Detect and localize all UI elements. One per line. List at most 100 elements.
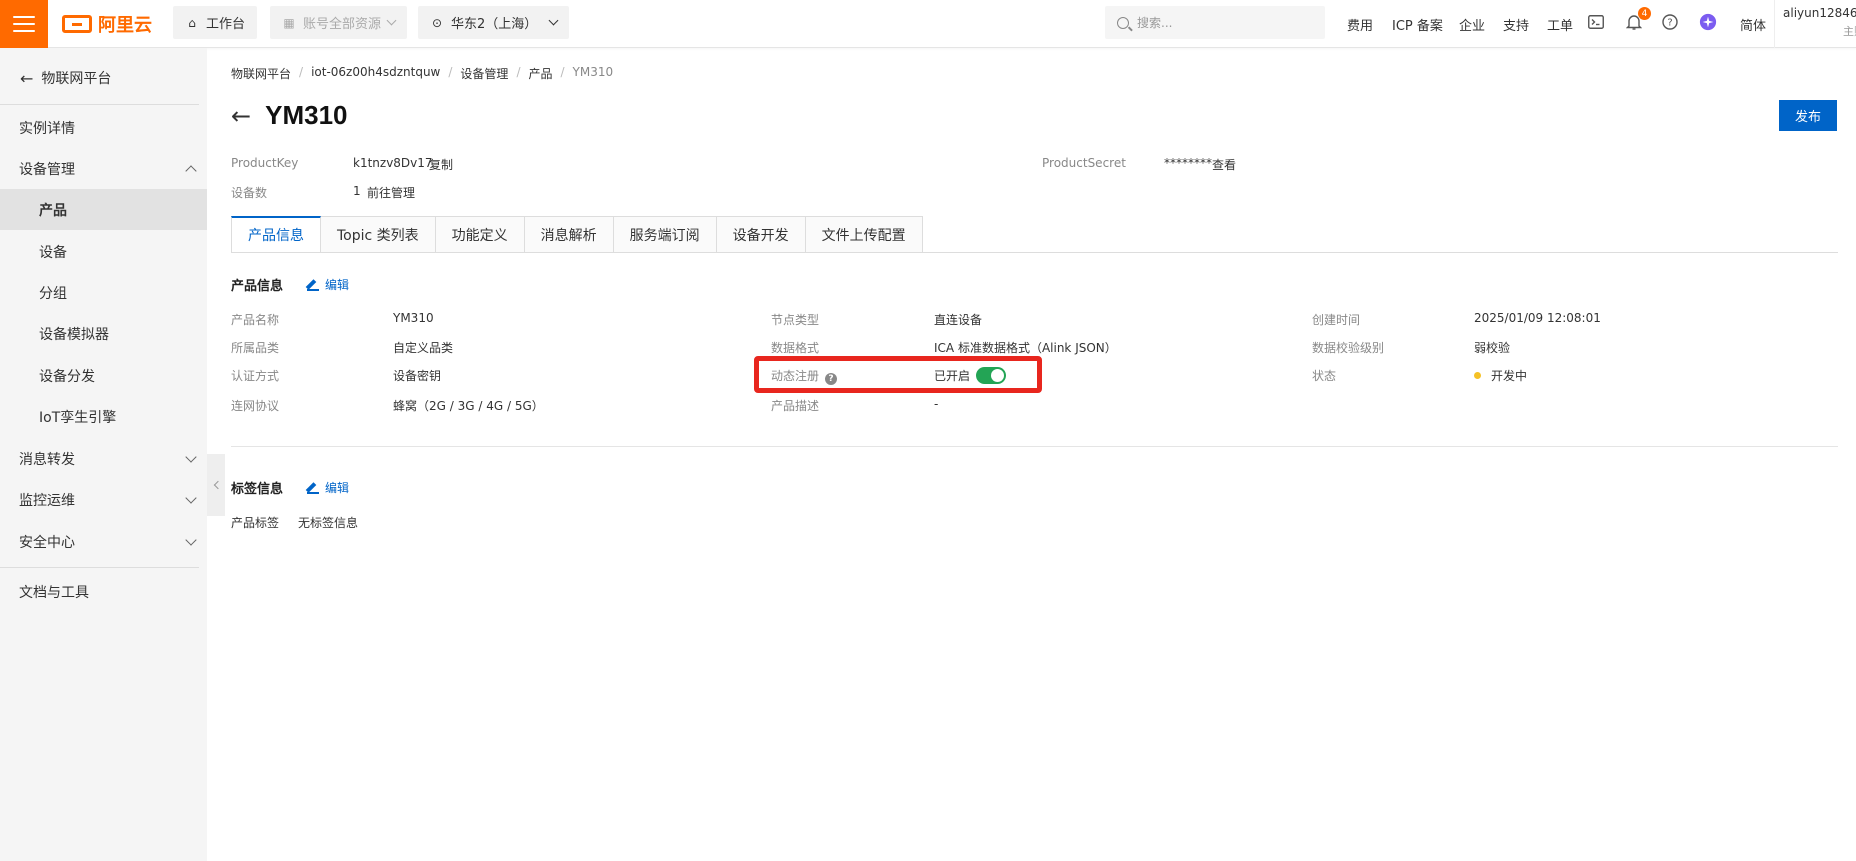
category-label: 所属品类	[231, 341, 280, 355]
enterprise-link[interactable]: 企业	[1459, 15, 1485, 34]
sidebar-item-device-simulator[interactable]: 设备模拟器	[0, 313, 207, 354]
home-icon: ⌂	[188, 15, 196, 30]
section-title: 标签信息	[231, 482, 284, 497]
tab-server-subscription[interactable]: 服务端订阅	[613, 216, 717, 253]
sidebar-item-groups[interactable]: 分组	[0, 272, 207, 313]
notification-badge: 4	[1638, 7, 1651, 20]
language-switch[interactable]: 简体	[1740, 15, 1766, 34]
sidebar-item-device-distribution[interactable]: 设备分发	[0, 355, 207, 396]
status-label: 状态	[1312, 369, 1337, 383]
top-bar: 阿里云 ⌂ 工作台 ▦ 账号全部资源 ⊙ 华东2（上海） 费用 ICP 备案 企…	[0, 0, 1856, 48]
sidebar-item-label: 产品	[39, 202, 67, 219]
validation-level-value: 弱校验	[1474, 341, 1511, 355]
resources-dropdown[interactable]: ▦ 账号全部资源	[270, 6, 408, 39]
sidebar-item-device-management[interactable]: 设备管理	[0, 148, 207, 189]
created-time-value: 2025/01/09 12:08:01	[1474, 311, 1601, 325]
sidebar-item-docs-tools[interactable]: 文档与工具	[0, 571, 207, 612]
sidebar-item-security-center[interactable]: 安全中心	[0, 521, 207, 562]
sidebar-back-button[interactable]: ← 物联网平台	[20, 68, 111, 88]
breadcrumb-separator: /	[560, 65, 565, 79]
tab-device-development[interactable]: 设备开发	[716, 216, 806, 253]
sidebar-item-devices[interactable]: 设备	[0, 231, 207, 272]
sidebar-item-label: 设备管理	[19, 161, 75, 178]
auth-method-label: 认证方式	[231, 369, 280, 383]
help-icon[interactable]: ?	[1661, 13, 1679, 31]
aliyun-logo-icon	[62, 15, 92, 33]
view-secret-link[interactable]: 查看	[1212, 156, 1236, 173]
sidebar-item-products[interactable]: 产品	[0, 189, 207, 230]
sidebar-item-monitoring[interactable]: 监控运维	[0, 479, 207, 520]
node-type-label: 节点类型	[771, 313, 820, 327]
sidebar-back-label: 物联网平台	[41, 71, 112, 87]
breadcrumb-instance[interactable]: iot-06z00h4sdzntquw	[311, 65, 440, 82]
device-count-label: 设备数	[231, 186, 268, 200]
pencil-icon	[307, 279, 320, 291]
search-input[interactable]	[1137, 15, 1307, 30]
sidebar-item-label: 设备模拟器	[39, 326, 109, 343]
network-protocol-value: 蜂窝（2G / 3G / 4G / 5G）	[393, 399, 544, 413]
arrow-left-icon: ←	[20, 68, 34, 88]
tab-file-upload-config[interactable]: 文件上传配置	[805, 216, 923, 253]
ai-assistant-icon[interactable]	[1699, 13, 1717, 31]
data-format-label: 数据格式	[771, 341, 820, 355]
sidebar-collapse-handle[interactable]	[207, 454, 225, 516]
edit-product-info-button[interactable]: 编辑	[307, 276, 349, 293]
back-arrow-icon[interactable]: ←	[231, 102, 251, 130]
tab-product-info[interactable]: 产品信息	[231, 216, 321, 253]
ticket-link[interactable]: 工单	[1547, 15, 1573, 34]
workbench-button[interactable]: ⌂ 工作台	[173, 6, 258, 39]
copy-link[interactable]: 复制	[429, 156, 453, 173]
tab-message-parsing[interactable]: 消息解析	[524, 216, 614, 253]
created-time-label: 创建时间	[1312, 313, 1361, 327]
breadcrumb-device-management[interactable]: 设备管理	[460, 65, 508, 82]
edit-label: 编辑	[325, 481, 350, 495]
chevron-down-icon	[386, 15, 397, 26]
tab-function-definition[interactable]: 功能定义	[435, 216, 525, 253]
user-account-menu[interactable]: aliyun12846... 主账号	[1774, 0, 1856, 48]
sidebar-item-instance-details[interactable]: 实例详情	[0, 107, 207, 148]
terminal-icon[interactable]	[1587, 13, 1605, 31]
device-count-value: 1	[353, 184, 361, 198]
user-name: aliyun12846...	[1783, 6, 1856, 20]
aliyun-logo[interactable]: 阿里云	[62, 12, 152, 36]
product-tag-label: 产品标签	[231, 516, 280, 530]
sidebar-item-iot-twin-engine[interactable]: IoT孪生引擎	[0, 396, 207, 437]
chevron-down-icon	[185, 534, 197, 546]
product-tag-value: 无标签信息	[298, 516, 359, 530]
bell-icon[interactable]: 4	[1625, 7, 1651, 31]
data-format-value: ICA 标准数据格式（Alink JSON）	[934, 341, 1117, 355]
breadcrumb-iot-platform[interactable]: 物联网平台	[231, 65, 291, 82]
logo-text: 阿里云	[98, 15, 152, 36]
support-link[interactable]: 支持	[1503, 15, 1529, 34]
annotation-highlight-box	[754, 356, 1042, 393]
validation-level-label: 数据校验级别	[1312, 341, 1385, 355]
product-description-value: -	[934, 397, 939, 411]
search-box[interactable]	[1105, 6, 1325, 39]
hamburger-menu-icon[interactable]	[0, 0, 48, 48]
chevron-down-icon	[185, 492, 197, 504]
chevron-down-icon	[185, 451, 197, 463]
network-protocol-label: 连网协议	[231, 399, 280, 413]
icp-link[interactable]: ICP 备案	[1392, 15, 1443, 34]
chevron-down-icon	[548, 15, 559, 26]
sidebar-item-message-forwarding[interactable]: 消息转发	[0, 438, 207, 479]
sidebar-item-label: 分组	[39, 285, 67, 302]
region-label: 华东2（上海）	[451, 17, 538, 32]
sidebar-item-label: 文档与工具	[19, 584, 89, 601]
publish-button[interactable]: 发布	[1779, 100, 1837, 131]
tab-topic-list[interactable]: Topic 类列表	[321, 216, 436, 253]
manage-link[interactable]: 前往管理	[367, 184, 415, 201]
user-role: 主账号	[1843, 25, 1856, 38]
breadcrumb-products[interactable]: 产品	[528, 65, 552, 82]
sidebar-divider	[0, 104, 199, 105]
region-dropdown[interactable]: ⊙ 华东2（上海）	[418, 6, 570, 39]
svg-text:?: ?	[1667, 18, 1672, 29]
section-divider	[231, 446, 1838, 447]
tab-bar: 产品信息 Topic 类列表 功能定义 消息解析 服务端订阅 设备开发 文件上传…	[231, 216, 923, 253]
page-title-row: ← YM310	[231, 100, 348, 131]
page-title: YM310	[265, 100, 348, 130]
resources-label: 账号全部资源	[303, 17, 382, 32]
fees-link[interactable]: 费用	[1347, 15, 1373, 34]
product-info-header: 产品信息 编辑	[231, 275, 349, 294]
edit-tag-info-button[interactable]: 编辑	[307, 479, 349, 496]
